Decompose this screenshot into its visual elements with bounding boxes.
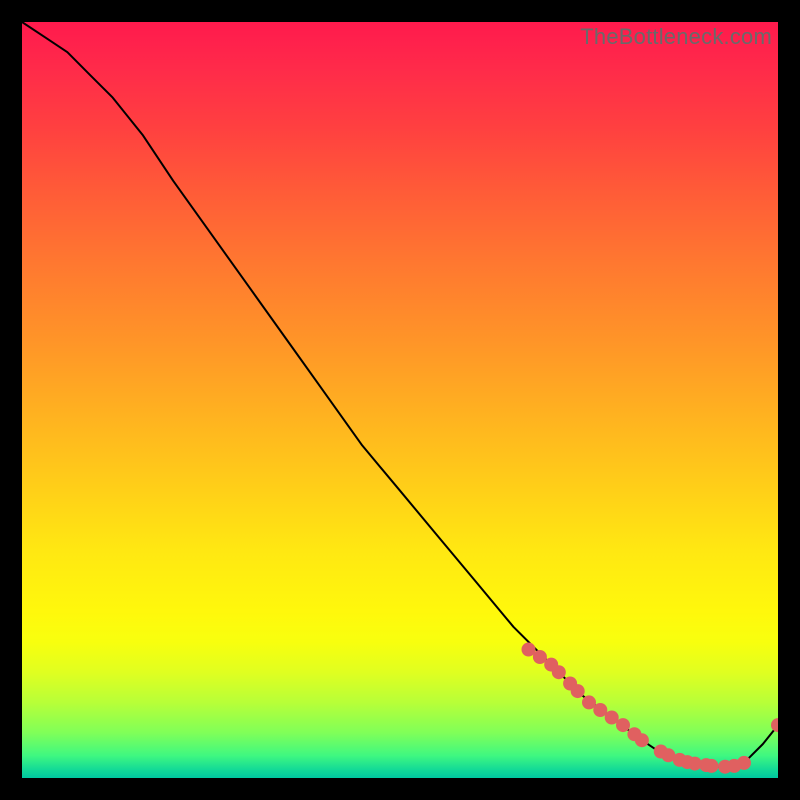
highlight-dot (593, 703, 607, 717)
highlight-dot (522, 643, 536, 657)
highlight-dots (522, 643, 779, 774)
chart-frame: TheBottleneck.com (0, 0, 800, 800)
curve-line (22, 22, 778, 767)
highlight-dot (571, 684, 585, 698)
highlight-dot (705, 759, 719, 773)
highlight-dot (616, 718, 630, 732)
highlight-dot (635, 733, 649, 747)
highlight-dot (771, 718, 778, 732)
chart-svg (22, 22, 778, 778)
highlight-dot (737, 756, 751, 770)
plot-area: TheBottleneck.com (22, 22, 778, 778)
highlight-dot (552, 665, 566, 679)
